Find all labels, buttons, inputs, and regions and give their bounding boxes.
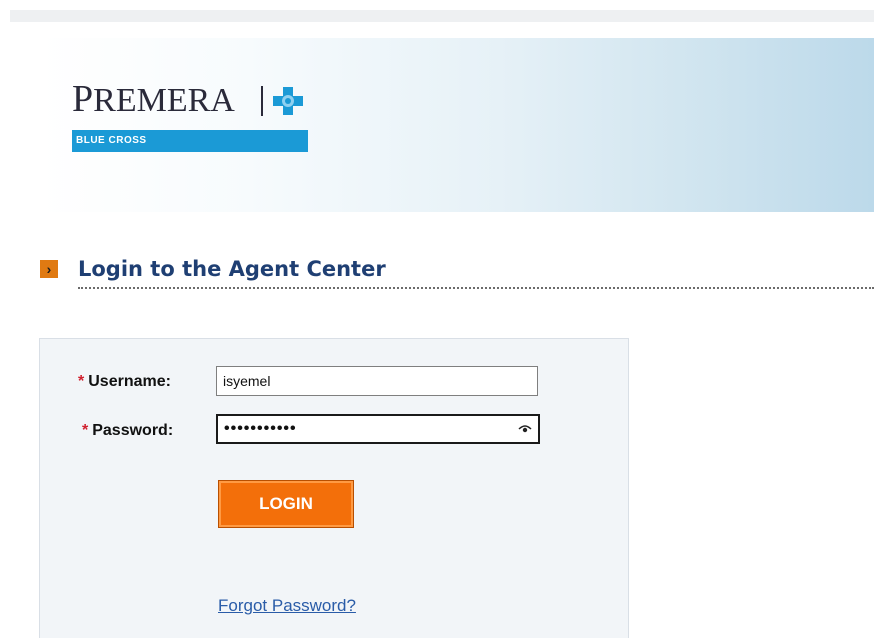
password-label: * Password: xyxy=(82,421,173,441)
logo-separator xyxy=(261,86,263,116)
forgot-password-link[interactable]: Forgot Password? xyxy=(218,596,356,616)
chevron-right-icon: › xyxy=(40,260,58,278)
password-label-text: Password: xyxy=(92,422,174,439)
page-title: Login to the Agent Center xyxy=(78,257,386,281)
required-marker: * xyxy=(78,373,85,390)
top-nav-bar xyxy=(10,10,874,22)
password-masked-value: ••••••••••• xyxy=(224,420,297,437)
login-button[interactable]: LOGIN xyxy=(218,480,354,528)
premera-logo[interactable]: PREMERA BLUE CROSS xyxy=(72,80,308,156)
logo-tagline: BLUE CROSS xyxy=(72,130,308,152)
title-divider xyxy=(78,287,874,289)
required-marker: * xyxy=(82,422,89,439)
password-input[interactable]: ••••••••••• xyxy=(216,414,540,444)
blue-cross-icon xyxy=(273,87,303,115)
username-label-text: Username: xyxy=(88,373,171,390)
logo-wordmark: PREMERA xyxy=(72,78,235,120)
eye-icon[interactable] xyxy=(518,424,532,434)
username-input[interactable]: isyemel xyxy=(216,366,538,396)
username-label: * Username: xyxy=(78,372,171,392)
section-header: › Login to the Agent Center xyxy=(40,256,874,296)
